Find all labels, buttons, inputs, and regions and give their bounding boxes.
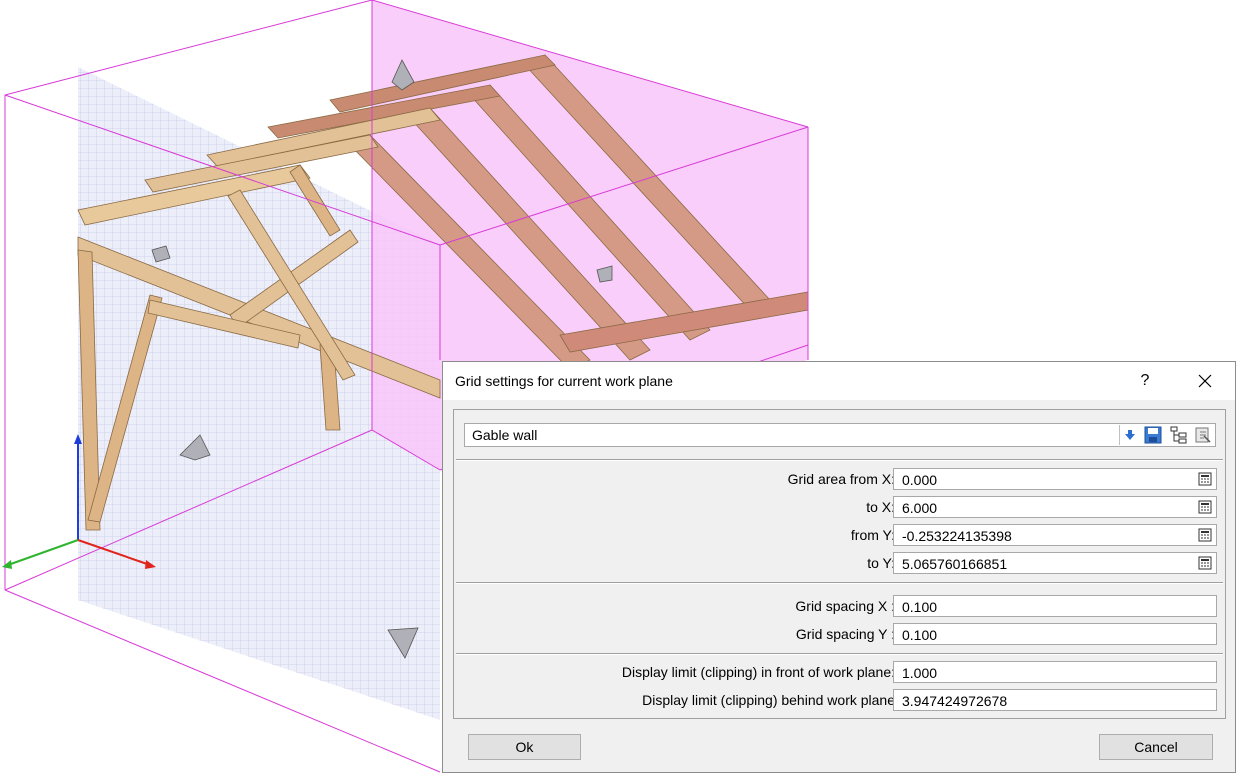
grid-spacing-y-field[interactable]: 0.100 (893, 623, 1217, 645)
clipping-behind-label: Display limit (clipping) behind work pla… (642, 692, 895, 708)
grid-spacing-x-value: 0.100 (902, 599, 938, 615)
calculator-icon (1198, 528, 1212, 542)
grid-settings-dialog: Grid settings for current work plane ? G… (442, 361, 1236, 773)
preset-select[interactable]: Gable wall (464, 423, 1216, 447)
export-icon (1195, 427, 1211, 443)
grid-area-to-x-label: to X: (866, 499, 895, 515)
grid-area-from-y-label: from Y: (850, 527, 895, 543)
grid-area-from-y-value: -0.253224135398 (902, 528, 1012, 544)
separator (456, 459, 1223, 461)
grid-area-to-y-value: 5.065760166851 (902, 556, 1008, 572)
save-icon (1144, 426, 1162, 444)
calculator-button[interactable] (1195, 526, 1215, 544)
grid-area-to-x-field[interactable]: 6.000 (893, 496, 1217, 518)
grid-spacing-x-label: Grid spacing X : (795, 598, 895, 614)
dialog-body: Gable wall Grid area from X: 0.000 to X:… (453, 409, 1226, 719)
calculator-icon (1198, 472, 1212, 486)
grid-spacing-y-label: Grid spacing Y : (795, 626, 895, 642)
clipping-behind-field[interactable]: 3.947424972678 (893, 689, 1217, 711)
calculator-button[interactable] (1195, 554, 1215, 572)
grid-area-from-y-field[interactable]: -0.253224135398 (893, 524, 1217, 546)
calculator-button[interactable] (1195, 498, 1215, 516)
close-icon (1198, 374, 1212, 388)
tree-view-button[interactable] (1168, 425, 1190, 445)
ok-button[interactable]: Ok (468, 734, 581, 760)
separator (456, 582, 1223, 584)
grid-area-to-y-field[interactable]: 5.065760166851 (893, 552, 1217, 574)
preset-value: Gable wall (472, 427, 538, 443)
export-button[interactable] (1192, 425, 1214, 445)
arrow-down-icon (1125, 430, 1135, 440)
separator (456, 653, 1223, 655)
close-button[interactable] (1181, 366, 1229, 396)
grid-area-from-x-label: Grid area from X: (787, 471, 895, 487)
calculator-icon (1198, 556, 1212, 570)
save-preset-button[interactable] (1142, 425, 1164, 445)
grid-spacing-y-value: 0.100 (902, 627, 938, 643)
clipping-front-label: Display limit (clipping) in front of wor… (621, 664, 895, 680)
cancel-button[interactable]: Cancel (1099, 734, 1213, 760)
grid-area-to-x-value: 6.000 (902, 500, 938, 516)
grid-area-to-y-label: to Y: (867, 555, 895, 571)
dialog-title: Grid settings for current work plane (455, 373, 673, 389)
clipping-behind-value: 3.947424972678 (902, 693, 1008, 709)
clipping-front-field[interactable]: 1.000 (893, 661, 1217, 683)
clipping-front-value: 1.000 (902, 665, 938, 681)
preset-dropdown-button[interactable] (1119, 425, 1140, 445)
help-button[interactable]: ? (1123, 366, 1167, 396)
grid-spacing-x-field[interactable]: 0.100 (893, 595, 1217, 617)
calculator-button[interactable] (1195, 470, 1215, 488)
tree-view-icon (1170, 426, 1187, 444)
calculator-icon (1198, 500, 1212, 514)
grid-area-from-x-value: 0.000 (902, 472, 938, 488)
dialog-titlebar[interactable]: Grid settings for current work plane ? (443, 362, 1235, 400)
grid-area-from-x-field[interactable]: 0.000 (893, 468, 1217, 490)
